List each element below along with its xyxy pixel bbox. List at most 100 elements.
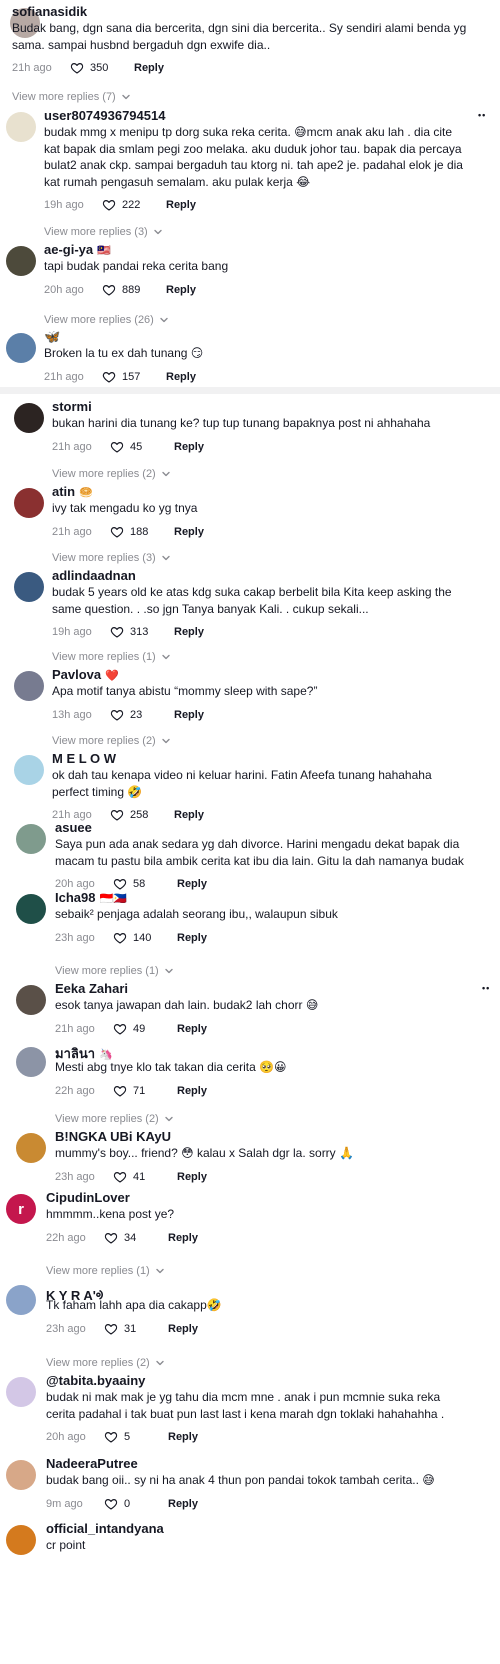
avatar[interactable] bbox=[14, 572, 44, 602]
heart-outline-icon[interactable] bbox=[102, 198, 116, 212]
view-more-replies-button[interactable]: View more replies (1) bbox=[46, 1265, 165, 1277]
avatar[interactable] bbox=[16, 894, 46, 924]
avatar[interactable] bbox=[14, 403, 44, 433]
comment-username[interactable]: stormi bbox=[52, 399, 92, 414]
heart-outline-icon[interactable] bbox=[104, 1322, 118, 1336]
heart-outline-icon[interactable] bbox=[70, 61, 84, 75]
avatar[interactable] bbox=[16, 824, 46, 854]
comment-text: hmmmm..kena post ye? bbox=[46, 1207, 175, 1221]
comment-username[interactable]: ae-gi-ya 🇲🇾 bbox=[44, 242, 111, 257]
avatar[interactable] bbox=[6, 1525, 36, 1555]
view-more-replies-button[interactable]: View more replies (2) bbox=[52, 735, 171, 747]
comment-meta-row: 22h ago 71 Reply bbox=[55, 1084, 207, 1098]
reply-button[interactable]: Reply bbox=[177, 878, 207, 890]
reply-button[interactable]: Reply bbox=[168, 1232, 198, 1244]
heart-outline-icon[interactable] bbox=[104, 1430, 118, 1444]
view-more-replies-button[interactable]: View more replies (1) bbox=[55, 965, 174, 977]
chevron-down-icon bbox=[155, 1358, 165, 1368]
heart-outline-icon[interactable] bbox=[113, 1022, 127, 1036]
reply-button[interactable]: Reply bbox=[168, 1323, 198, 1335]
avatar[interactable] bbox=[14, 671, 44, 701]
comment-meta-row: 20h ago 5 Reply bbox=[46, 1430, 198, 1444]
comment-username[interactable]: M E L O W bbox=[52, 751, 116, 766]
avatar[interactable] bbox=[6, 1460, 36, 1490]
like-count: 34 bbox=[124, 1231, 137, 1244]
reply-button[interactable]: Reply bbox=[177, 1085, 207, 1097]
view-more-replies-button[interactable]: View more replies (26) bbox=[44, 314, 169, 326]
avatar[interactable] bbox=[6, 1377, 36, 1407]
comment-username[interactable]: CipudinLover bbox=[46, 1190, 130, 1205]
view-more-replies-button[interactable]: View more replies (7) bbox=[12, 91, 131, 103]
heart-outline-icon[interactable] bbox=[102, 283, 116, 297]
reply-button[interactable]: Reply bbox=[166, 199, 196, 211]
chevron-down-icon bbox=[159, 315, 169, 325]
avatar[interactable] bbox=[14, 488, 44, 518]
comment-username[interactable]: sofianasidik bbox=[12, 4, 87, 19]
comment-username[interactable]: user8074936794514 bbox=[44, 108, 165, 123]
comment-username[interactable]: Icha98 🇮🇩🇵🇭 bbox=[55, 890, 127, 905]
reply-button[interactable]: Reply bbox=[174, 809, 204, 821]
reply-button[interactable]: Reply bbox=[174, 526, 204, 538]
reply-button[interactable]: Reply bbox=[174, 626, 204, 638]
comment-timestamp: 20h ago bbox=[44, 283, 84, 296]
view-more-replies-button[interactable]: View more replies (3) bbox=[44, 226, 163, 238]
avatar[interactable] bbox=[6, 1285, 36, 1315]
view-more-replies-button[interactable]: View more replies (1) bbox=[52, 651, 171, 663]
heart-outline-icon[interactable] bbox=[110, 708, 124, 722]
view-more-replies-button[interactable]: View more replies (3) bbox=[52, 552, 171, 564]
avatar[interactable] bbox=[16, 985, 46, 1015]
comment-text: mummy's boy... friend? 😳 kalau x Salah d… bbox=[55, 1146, 354, 1160]
comment-username[interactable]: 🦋 bbox=[44, 329, 60, 345]
comment-timestamp: 22h ago bbox=[46, 1231, 86, 1244]
reply-button[interactable]: Reply bbox=[174, 709, 204, 721]
comment-username[interactable]: NadeeraPutree bbox=[46, 1456, 138, 1471]
comment-username[interactable]: Pavlova ❤️ bbox=[52, 667, 119, 682]
heart-outline-icon[interactable] bbox=[110, 440, 124, 454]
view-more-replies-button[interactable]: View more replies (2) bbox=[46, 1357, 165, 1369]
more-options-icon[interactable]: •• bbox=[478, 110, 486, 120]
chevron-down-icon bbox=[164, 1114, 174, 1124]
reply-button[interactable]: Reply bbox=[174, 441, 204, 453]
reply-button[interactable]: Reply bbox=[177, 932, 207, 944]
avatar[interactable]: r bbox=[6, 1194, 36, 1224]
avatar[interactable] bbox=[16, 1047, 46, 1077]
reply-button[interactable]: Reply bbox=[166, 284, 196, 296]
view-more-replies-button[interactable]: View more replies (2) bbox=[55, 1113, 174, 1125]
reply-button[interactable]: Reply bbox=[177, 1023, 207, 1035]
reply-button[interactable]: Reply bbox=[168, 1431, 198, 1443]
comment-meta-row: 9m ago 0 Reply bbox=[46, 1497, 198, 1511]
more-options-icon[interactable]: •• bbox=[482, 983, 490, 993]
heart-outline-icon[interactable] bbox=[104, 1231, 118, 1245]
avatar[interactable] bbox=[6, 246, 36, 276]
username-text: official_intandyana bbox=[46, 1521, 164, 1536]
avatar[interactable] bbox=[14, 755, 44, 785]
comment-username[interactable]: atin 🥯 bbox=[52, 484, 93, 499]
heart-outline-icon[interactable] bbox=[110, 808, 124, 822]
heart-outline-icon[interactable] bbox=[113, 931, 127, 945]
avatar[interactable] bbox=[16, 1133, 46, 1163]
comment-username[interactable]: @tabita.byaainy bbox=[46, 1373, 145, 1388]
user-badge-emoji: 🥯 bbox=[79, 487, 93, 499]
reply-button[interactable]: Reply bbox=[177, 1171, 207, 1183]
heart-outline-icon[interactable] bbox=[104, 1497, 118, 1511]
avatar[interactable] bbox=[6, 333, 36, 363]
comment-username[interactable]: adlindaadnan bbox=[52, 568, 136, 583]
view-more-replies-button[interactable]: View more replies (2) bbox=[52, 468, 171, 480]
heart-outline-icon[interactable] bbox=[102, 370, 116, 384]
reply-button[interactable]: Reply bbox=[168, 1498, 198, 1510]
comment-timestamp: 21h ago bbox=[52, 525, 92, 538]
comment-username[interactable]: Eeka Zahari bbox=[55, 981, 128, 996]
reply-button[interactable]: Reply bbox=[134, 62, 164, 74]
comment-timestamp: 20h ago bbox=[46, 1431, 86, 1443]
heart-outline-icon[interactable] bbox=[110, 625, 124, 639]
heart-outline-icon[interactable] bbox=[113, 1084, 127, 1098]
user-badge-emoji: 🇲🇾 bbox=[97, 245, 111, 257]
comment-username[interactable]: official_intandyana bbox=[46, 1521, 164, 1536]
avatar[interactable] bbox=[6, 112, 36, 142]
reply-button[interactable]: Reply bbox=[166, 371, 196, 383]
heart-outline-icon[interactable] bbox=[110, 525, 124, 539]
heart-outline-icon[interactable] bbox=[113, 877, 127, 891]
comment-username[interactable]: asuee bbox=[55, 820, 92, 835]
heart-outline-icon[interactable] bbox=[113, 1170, 127, 1184]
comment-username[interactable]: B!NGKA UBi KAyU bbox=[55, 1129, 171, 1144]
